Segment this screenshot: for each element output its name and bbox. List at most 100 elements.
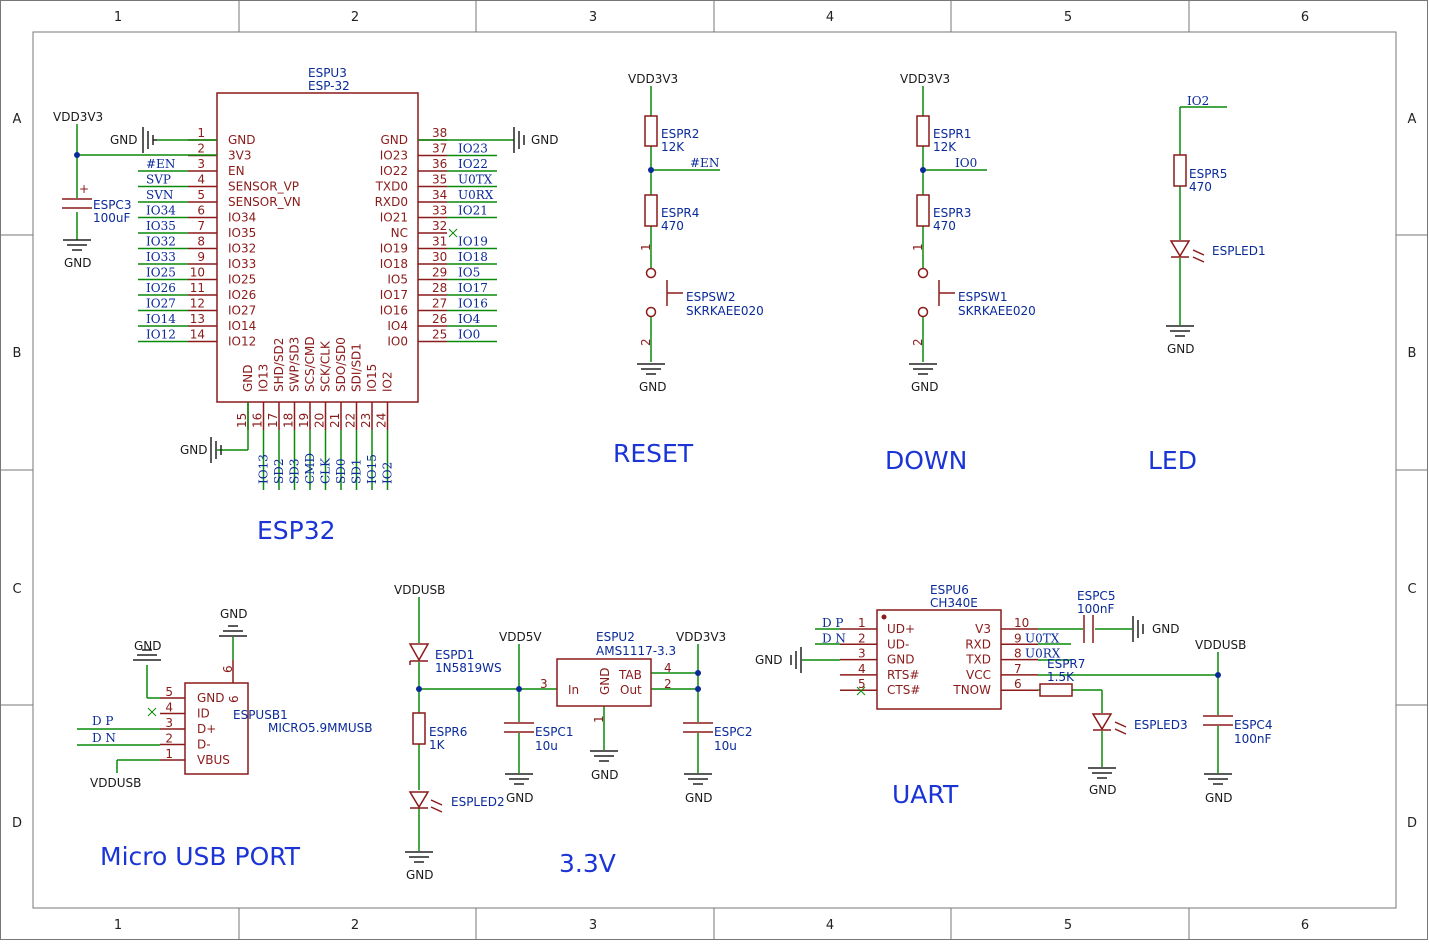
col-label-top: 2 bbox=[351, 10, 359, 25]
pin-number: 1 bbox=[858, 616, 866, 630]
pin-number: 20 bbox=[313, 413, 327, 428]
led-gnd-label: GND bbox=[1167, 342, 1195, 356]
pin-name: IO22 bbox=[380, 164, 408, 178]
down-r2-ref: ESPR3 bbox=[933, 206, 971, 220]
col-label-top: 6 bbox=[1301, 10, 1309, 25]
down-sw-ref: ESPSW1 bbox=[958, 290, 1008, 304]
schematic-sheet: 1 2 3 4 5 6 1 2 3 4 5 6 A B C D A B C D … bbox=[0, 0, 1429, 941]
vdd5v-label: VDD5V bbox=[499, 630, 542, 644]
pin-number: 1 bbox=[197, 126, 205, 140]
pin-name: GND bbox=[380, 133, 408, 147]
net-label: IO32 bbox=[146, 235, 176, 249]
section-title-led: LED bbox=[1148, 446, 1197, 475]
c5-value: 100nF bbox=[1077, 602, 1115, 616]
col-label-top: 4 bbox=[826, 10, 834, 25]
col-label-bottom: 6 bbox=[1301, 918, 1309, 933]
pin-name: D- bbox=[197, 738, 211, 752]
gnd-symbol bbox=[63, 239, 91, 251]
down-r1-value: 12K bbox=[933, 140, 957, 154]
pin-name: IO2 bbox=[381, 371, 395, 392]
reg-pin-1: 1 bbox=[592, 715, 606, 723]
pin-number: 35 bbox=[432, 173, 447, 187]
pin-name: IO27 bbox=[228, 304, 256, 318]
net-label: IO16 bbox=[458, 297, 488, 311]
net-label: D P bbox=[822, 616, 844, 630]
pin-number: 16 bbox=[251, 413, 265, 428]
reset-pin1: 1 bbox=[639, 243, 653, 251]
col-label-top: 5 bbox=[1064, 10, 1072, 25]
pin-name: IO14 bbox=[228, 319, 256, 333]
pin-number: 26 bbox=[432, 312, 447, 326]
led-circuit bbox=[1166, 106, 1227, 337]
pin-number: 4 bbox=[197, 173, 205, 187]
net-label: D N bbox=[822, 631, 846, 645]
down-gnd-label: GND bbox=[911, 380, 939, 394]
led-d-ref: ESPLED1 bbox=[1212, 244, 1266, 258]
reset-net-label: #EN bbox=[690, 156, 719, 170]
pin-name: IO21 bbox=[380, 211, 408, 225]
net-label: IO21 bbox=[458, 204, 488, 218]
col-label-bottom: 5 bbox=[1064, 918, 1072, 933]
net-label: CLK bbox=[319, 457, 333, 484]
net-label: IO22 bbox=[458, 157, 488, 171]
gnd-label: GND bbox=[64, 256, 92, 270]
net-label: IO19 bbox=[458, 235, 488, 249]
pin-name: ID bbox=[197, 707, 210, 721]
pin-name: IO26 bbox=[228, 288, 256, 302]
net-label: SD1 bbox=[350, 459, 364, 484]
esp32-cap-plus: + bbox=[79, 182, 89, 196]
gnd-label: GND bbox=[1089, 783, 1117, 797]
pin-name: UD- bbox=[887, 637, 909, 651]
section-title-reset: RESET bbox=[613, 439, 694, 468]
usb-ref: ESPUSB1 bbox=[233, 708, 288, 722]
row-label-right: B bbox=[1408, 346, 1417, 361]
down-pin2: 2 bbox=[911, 338, 925, 346]
usb-vdd-label: VDDUSB bbox=[90, 776, 141, 790]
net-label: IO18 bbox=[458, 250, 488, 264]
gnd-symbol bbox=[513, 127, 525, 153]
pin-name: IO35 bbox=[228, 226, 256, 240]
reg-pin-3: 3 bbox=[540, 677, 548, 691]
r7-ref: ESPR7 bbox=[1047, 657, 1085, 671]
reset-r1-ref: ESPR2 bbox=[661, 127, 699, 141]
reset-gnd-label: GND bbox=[639, 380, 667, 394]
pin-number: 19 bbox=[297, 413, 311, 428]
net-label: IO34 bbox=[146, 204, 176, 218]
pin-number: 38 bbox=[432, 126, 447, 140]
net-label: #EN bbox=[146, 157, 175, 171]
reset-r1-value: 12K bbox=[661, 140, 685, 154]
col-label-bottom: 1 bbox=[114, 918, 122, 933]
pin-name: RXD bbox=[965, 637, 991, 651]
pin-number: 29 bbox=[432, 266, 447, 280]
pin-name: IO16 bbox=[380, 304, 408, 318]
net-label: SD2 bbox=[272, 459, 286, 484]
gnd-label: GND bbox=[180, 443, 208, 457]
pin-name: IO0 bbox=[387, 335, 408, 349]
down-sw-value: SKRKAEE020 bbox=[958, 304, 1036, 318]
pin-name: IO33 bbox=[228, 257, 256, 271]
pin-number: 17 bbox=[266, 413, 280, 428]
c4-value: 100nF bbox=[1234, 732, 1272, 746]
vddusb-label: VDDUSB bbox=[394, 583, 445, 597]
pin-name: SCS/CMD bbox=[303, 336, 317, 392]
row-label-left: C bbox=[12, 582, 21, 597]
usb-gnd-left-label: GND bbox=[134, 639, 162, 653]
reg-pin-2: 2 bbox=[664, 677, 672, 691]
pin-name: TXD0 bbox=[375, 180, 408, 194]
usb-dn-net: D N bbox=[92, 731, 116, 745]
pin-name: RTS# bbox=[887, 668, 919, 682]
pin-number: 9 bbox=[1014, 631, 1022, 645]
net-label: U0RX bbox=[458, 188, 494, 202]
r7-value: 1.5K bbox=[1047, 670, 1075, 684]
gnd-label: GND bbox=[531, 133, 559, 147]
net-label: CMD bbox=[303, 453, 317, 484]
down-pin1: 1 bbox=[911, 243, 925, 251]
row-label-left: D bbox=[12, 816, 22, 831]
pin-number: 2 bbox=[197, 142, 205, 156]
reset-sw-value: SKRKAEE020 bbox=[686, 304, 764, 318]
led-net-label: IO2 bbox=[1187, 94, 1209, 108]
esp32-left-pins: 1 GND 2 3V3 3 EN #EN 4 SENSOR_VP SVP 5 SENSOR_VN SVN… bbox=[138, 126, 301, 349]
usb-pin6-name: 6 bbox=[227, 695, 241, 703]
row-label-right: C bbox=[1407, 582, 1416, 597]
gnd-label: GND bbox=[591, 768, 619, 782]
